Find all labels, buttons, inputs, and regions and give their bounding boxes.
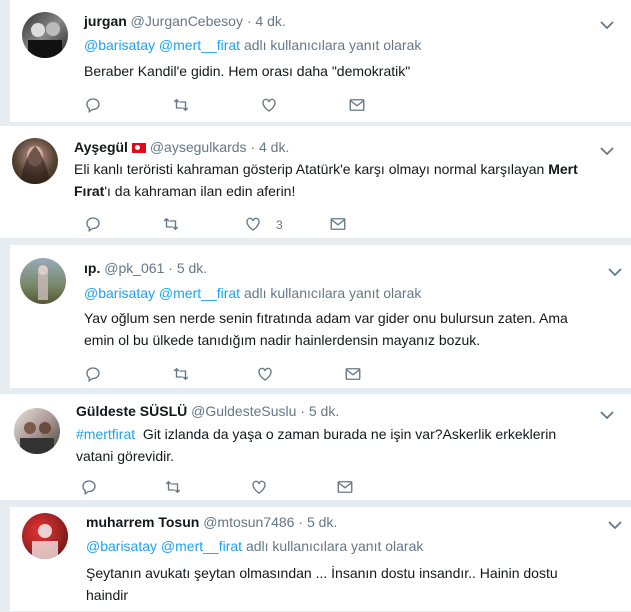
- reply-prefix: adlı kullanıcılara yanıt olarak: [245, 538, 424, 554]
- retweet-icon[interactable]: [172, 96, 192, 116]
- tweet-actions: [84, 365, 384, 385]
- tweet-text: Yav oğlum sen nerde senin fıtratında ada…: [84, 307, 624, 351]
- retweet-icon[interactable]: [172, 365, 192, 385]
- text-line: haindir: [86, 587, 129, 603]
- tweet-actions: [80, 478, 380, 498]
- tweet-text: #mertfirat Git izlanda da yaşa o zaman b…: [76, 423, 616, 467]
- like-icon[interactable]: [256, 365, 276, 385]
- tweet-text: Eli kanlı teröristi kahraman gösterip At…: [74, 158, 619, 202]
- bold-segment: Fırat: [74, 183, 105, 199]
- tweet-text: Şeytanın avukatı şeytan olmasından ... İ…: [86, 562, 626, 606]
- caret-down-icon[interactable]: [600, 143, 616, 155]
- user-handle[interactable]: @GuldesteSuslu: [191, 403, 296, 419]
- avatar[interactable]: [22, 12, 68, 58]
- tweet-2[interactable]: Ayşegül @aysegulkards · 4 dk. Eli kanlı …: [0, 126, 631, 239]
- tweet-header: jurgan @JurganCebesoy · 4 dk.: [84, 12, 286, 30]
- text-segment: 'ı da kahraman ilan edin aferin!: [104, 183, 296, 199]
- reply-prefix: adlı kullanıcılara yanıt olarak: [243, 285, 422, 301]
- user-handle[interactable]: @JurganCebesoy: [131, 13, 243, 29]
- like-icon[interactable]: [244, 215, 264, 235]
- caret-down-icon[interactable]: [608, 264, 624, 276]
- hashtag-link[interactable]: #mertfirat: [76, 426, 135, 442]
- separator-dot: ·: [250, 139, 256, 155]
- text-segment: Eli kanlı teröristi kahraman gösterip At…: [74, 161, 545, 177]
- separator-dot: ·: [298, 514, 304, 530]
- text-line: vatani görevidir.: [76, 448, 175, 464]
- dm-icon[interactable]: [336, 478, 356, 498]
- avatar[interactable]: [22, 513, 68, 559]
- tweet-5[interactable]: muharrem Tosun @mtosun7486 · 5 dk. @bari…: [10, 507, 631, 612]
- tweet-header: ıp. @pk_061 · 5 dk.: [84, 259, 207, 277]
- reply-icon[interactable]: [84, 365, 104, 385]
- like-count: 3: [276, 218, 283, 232]
- tweet-header: Ayşegül @aysegulkards · 4 dk.: [74, 138, 289, 156]
- mention-link[interactable]: @barisatay: [84, 285, 155, 301]
- dm-icon[interactable]: [348, 96, 368, 116]
- mention-link[interactable]: @mert__firat: [159, 37, 240, 53]
- mention-link[interactable]: @mert__firat: [161, 538, 242, 554]
- turkey-flag-icon: [131, 143, 146, 153]
- display-name[interactable]: jurgan: [84, 13, 127, 29]
- timestamp[interactable]: 5 dk.: [309, 403, 339, 419]
- avatar[interactable]: [20, 258, 66, 304]
- reply-icon[interactable]: [80, 478, 100, 498]
- tweet-4[interactable]: Güldeste SÜSLÜ @GuldesteSuslu · 5 dk. #m…: [0, 394, 631, 501]
- dm-icon[interactable]: [344, 365, 364, 385]
- text-line: Yav oğlum sen nerde senin fıtratında ada…: [84, 310, 568, 326]
- reply-context: @barisatay @mert__firat adlı kullanıcıla…: [84, 285, 421, 301]
- reply-context: @barisatay @mert__firat adlı kullanıcıla…: [86, 538, 423, 554]
- text-line: Git izlanda da yaşa o zaman burada ne iş…: [142, 426, 557, 442]
- display-name[interactable]: Güldeste SÜSLÜ: [76, 403, 187, 419]
- separator-dot: ·: [246, 13, 252, 29]
- tweet-actions: 3: [84, 215, 384, 235]
- tweet-1[interactable]: jurgan @JurganCebesoy · 4 dk. @barisatay…: [10, 0, 631, 123]
- timestamp[interactable]: 4 dk.: [259, 139, 289, 155]
- tweet-header: Güldeste SÜSLÜ @GuldesteSuslu · 5 dk.: [76, 402, 339, 420]
- user-handle[interactable]: @mtosun7486: [203, 514, 294, 530]
- reply-prefix: adlı kullanıcılara yanıt olarak: [243, 37, 422, 53]
- timestamp[interactable]: 4 dk.: [255, 13, 285, 29]
- avatar[interactable]: [14, 408, 60, 454]
- avatar[interactable]: [12, 138, 58, 184]
- bold-segment: Mert: [548, 161, 578, 177]
- separator-dot: ·: [168, 260, 173, 276]
- reply-icon[interactable]: [84, 215, 104, 235]
- display-name[interactable]: ıp.: [84, 260, 100, 276]
- display-name[interactable]: muharrem Tosun: [86, 514, 199, 530]
- reply-context: @barisatay @mert__firat adlı kullanıcıla…: [84, 37, 421, 53]
- tweet-header: muharrem Tosun @mtosun7486 · 5 dk.: [86, 513, 337, 531]
- timestamp[interactable]: 5 dk.: [177, 260, 207, 276]
- timestamp[interactable]: 5 dk.: [307, 514, 337, 530]
- tweet-actions: [84, 96, 384, 116]
- user-handle[interactable]: @pk_061: [104, 260, 164, 276]
- mention-link[interactable]: @mert__firat: [159, 285, 240, 301]
- caret-down-icon[interactable]: [600, 17, 616, 29]
- like-icon[interactable]: [260, 96, 280, 116]
- display-name[interactable]: Ayşegül: [74, 139, 128, 155]
- text-line: emin ol bu ülkede tanıdığım nadir hainle…: [84, 332, 481, 348]
- user-handle[interactable]: @aysegulkards: [150, 139, 247, 155]
- mention-link[interactable]: @barisatay: [84, 37, 155, 53]
- mention-link[interactable]: @barisatay: [86, 538, 157, 554]
- tweet-text: Beraber Kandil'e gidin. Hem orası daha "…: [84, 63, 411, 79]
- tweet-3[interactable]: ıp. @pk_061 · 5 dk. @barisatay @mert__fi…: [10, 245, 631, 389]
- reply-icon[interactable]: [84, 96, 104, 116]
- text-line: Şeytanın avukatı şeytan olmasından ... İ…: [86, 565, 558, 581]
- caret-down-icon[interactable]: [600, 407, 616, 419]
- dm-icon[interactable]: [329, 215, 349, 235]
- like-icon[interactable]: [250, 478, 270, 498]
- caret-down-icon[interactable]: [608, 517, 624, 529]
- retweet-icon[interactable]: [164, 478, 184, 498]
- separator-dot: ·: [300, 403, 305, 419]
- retweet-icon[interactable]: [162, 215, 182, 235]
